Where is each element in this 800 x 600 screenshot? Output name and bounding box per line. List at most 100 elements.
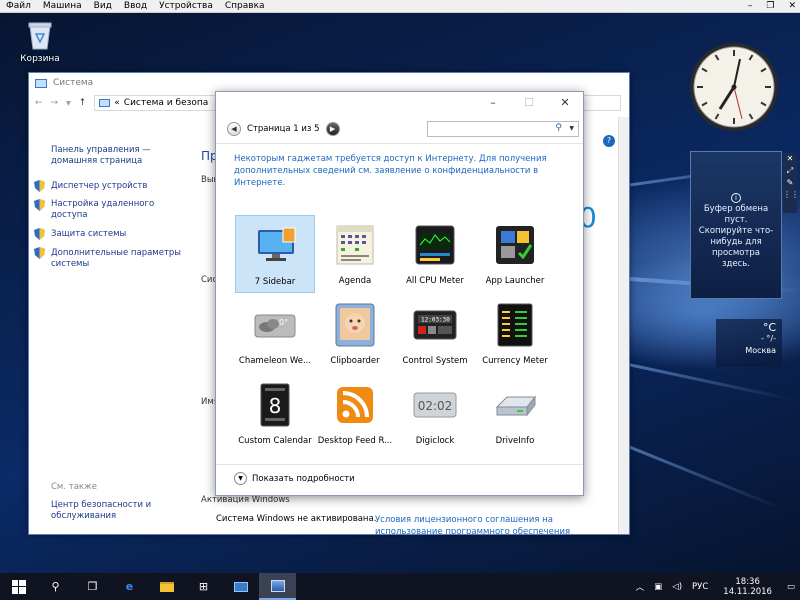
store-button[interactable]: ⊞	[185, 573, 222, 600]
breadcrumb-prefix: «	[114, 98, 120, 108]
taskbar-clock[interactable]: 18:36 14.11.2016	[713, 577, 782, 597]
start-button[interactable]	[0, 573, 37, 600]
hard-drive-icon	[495, 395, 537, 417]
gadget-custom-calendar[interactable]: 8 Custom Calendar	[235, 375, 315, 453]
clock-date: 14.11.2016	[723, 586, 772, 597]
shield-icon	[34, 247, 45, 259]
gadget-control-system[interactable]: 12:03:30 Control System	[395, 295, 475, 373]
see-also-title: См. также	[51, 482, 97, 492]
notifications-icon[interactable]: ▭	[782, 582, 800, 592]
chevron-down-icon[interactable]: ▼	[569, 125, 574, 132]
close-button[interactable]: ✕	[547, 92, 583, 114]
remote-settings-link[interactable]: Настройка удаленного доступа	[51, 199, 161, 221]
forward-icon[interactable]: →	[51, 98, 59, 108]
monitor-icon	[258, 227, 296, 261]
network-icon[interactable]: ▣	[649, 582, 667, 592]
gadget-clipboarder[interactable]: Clipboarder	[315, 295, 395, 373]
control-panel-taskbar-button[interactable]	[222, 573, 259, 600]
vm-menu-help[interactable]: Справка	[219, 0, 271, 13]
gadget-driveinfo[interactable]: DriveInfo	[475, 375, 555, 453]
rss-feed-icon	[337, 387, 373, 423]
weather-cloud-icon: 0°	[254, 314, 296, 338]
gadget-agenda[interactable]: Agenda	[315, 215, 395, 293]
svg-text:0°: 0°	[279, 318, 288, 327]
vm-restore-icon[interactable]: ❐	[766, 0, 774, 13]
task-view-button[interactable]: ❐	[74, 573, 111, 600]
activation-title: Активация Windows	[201, 495, 290, 505]
control-panel-icon	[99, 99, 111, 107]
search-button[interactable]: ⚲	[37, 573, 74, 600]
prev-page-button[interactable]: ◀	[227, 122, 241, 136]
gadget-7-sidebar[interactable]: 7 Sidebar	[235, 215, 315, 293]
minimize-button[interactable]: –	[475, 92, 511, 114]
drag-handle-icon[interactable]: ⋮⋮	[783, 189, 799, 201]
edge-icon: e	[125, 580, 134, 593]
gadget-desktop-feed-reader[interactable]: Desktop Feed R...	[315, 375, 395, 453]
vm-close-icon[interactable]: ✕	[788, 0, 796, 13]
store-icon: ⊞	[198, 580, 209, 593]
next-page-button[interactable]: ▶	[325, 122, 340, 136]
gadget-currency-meter[interactable]: Currency Meter	[475, 295, 555, 373]
gadget-search-input[interactable]: ⚲ ▼	[427, 121, 579, 137]
search-icon[interactable]: ⚲	[555, 123, 562, 133]
gadget-chameleon-weather[interactable]: 0° Chameleon We...	[235, 295, 315, 373]
control-panel-icon	[233, 581, 248, 592]
advanced-settings-link[interactable]: Дополнительные параметры системы	[51, 248, 181, 270]
vm-menu-devices[interactable]: Устройства	[153, 0, 219, 13]
language-indicator[interactable]: РУС	[687, 582, 713, 592]
volume-icon[interactable]: ◁)	[667, 582, 687, 592]
vm-menu-file[interactable]: Файл	[0, 0, 37, 13]
recycle-bin-shortcut[interactable]: Корзина	[15, 20, 65, 64]
windows-logo-icon	[11, 579, 26, 594]
clipboard-empty-text: Буфер обмена пуст. Скопируйте что-нибудь…	[698, 204, 774, 269]
settings-icon[interactable]: ✎	[783, 177, 797, 189]
vm-minimize-icon[interactable]: –	[748, 0, 753, 13]
clipboard-gadget[interactable]: i Буфер обмена пуст. Скопируйте что-нибу…	[690, 151, 782, 299]
license-terms-link[interactable]: Условия лицензионного соглашения на испо…	[375, 514, 575, 534]
control-panel-home-link[interactable]: Панель управления — домашняя страница	[51, 145, 161, 167]
scrollbar[interactable]	[618, 117, 629, 534]
show-details-toggle[interactable]: ▼ Показать подробности	[234, 472, 355, 485]
vm-menu-input[interactable]: Ввод	[118, 0, 153, 13]
gadget-app-launcher[interactable]: App Launcher	[475, 215, 555, 293]
shield-icon	[34, 228, 45, 240]
internet-notice-link[interactable]: Некоторым гаджетам требуется доступ к Ин…	[234, 153, 554, 189]
gadget-name: All CPU Meter	[406, 276, 464, 286]
weather-temp: °C	[762, 321, 776, 334]
edge-button[interactable]: e	[111, 573, 148, 600]
weather-gadget[interactable]: °C - °/- Москва	[716, 319, 782, 367]
weather-city: Москва	[745, 346, 776, 355]
gadget-all-cpu-meter[interactable]: All CPU Meter	[395, 215, 475, 293]
system-tray: ︿ ▣ ◁) РУС 18:36 14.11.2016 ▭	[631, 573, 800, 600]
svg-text:8: 8	[269, 394, 282, 418]
system-protection-link[interactable]: Защита системы	[51, 229, 126, 240]
activation-status: Система Windows не активирована.	[216, 514, 377, 524]
close-icon[interactable]: ✕	[783, 153, 797, 165]
weather-range: - °/-	[760, 334, 776, 343]
control-system-icon: 12:03:30	[413, 310, 457, 340]
resize-icon[interactable]: ⤢	[783, 165, 797, 177]
currency-table-icon	[497, 303, 533, 347]
system-titlebar[interactable]: Система	[29, 73, 629, 93]
dropdown-icon[interactable]: ▼	[66, 100, 71, 107]
file-explorer-button[interactable]	[148, 573, 185, 600]
gadget-name: Desktop Feed R...	[317, 436, 393, 446]
computer-icon	[35, 78, 47, 88]
gadget-digiclock[interactable]: 02:02 Digiclock	[395, 375, 475, 453]
gadget-name: Clipboarder	[330, 356, 380, 366]
folder-icon	[159, 581, 174, 592]
up-icon[interactable]: ↑	[79, 98, 87, 108]
cpu-meter-icon	[415, 225, 455, 265]
back-icon[interactable]: ←	[35, 98, 43, 108]
gadget-controls: ✕ ⤢ ✎ ⋮⋮	[783, 153, 799, 213]
help-icon[interactable]: ?	[603, 135, 615, 147]
tray-expand-icon[interactable]: ︿	[631, 581, 650, 593]
device-manager-link[interactable]: Диспетчер устройств	[51, 181, 147, 192]
shield-icon	[34, 199, 45, 211]
analog-clock-gadget[interactable]	[688, 41, 780, 133]
vm-menu-machine[interactable]: Машина	[37, 0, 88, 13]
maximize-button[interactable]: ☐	[511, 92, 547, 114]
vm-menu-view[interactable]: Вид	[88, 0, 118, 13]
gadgets-taskbar-button[interactable]	[259, 573, 296, 600]
security-center-link[interactable]: Центр безопасности и обслуживания	[51, 500, 161, 522]
